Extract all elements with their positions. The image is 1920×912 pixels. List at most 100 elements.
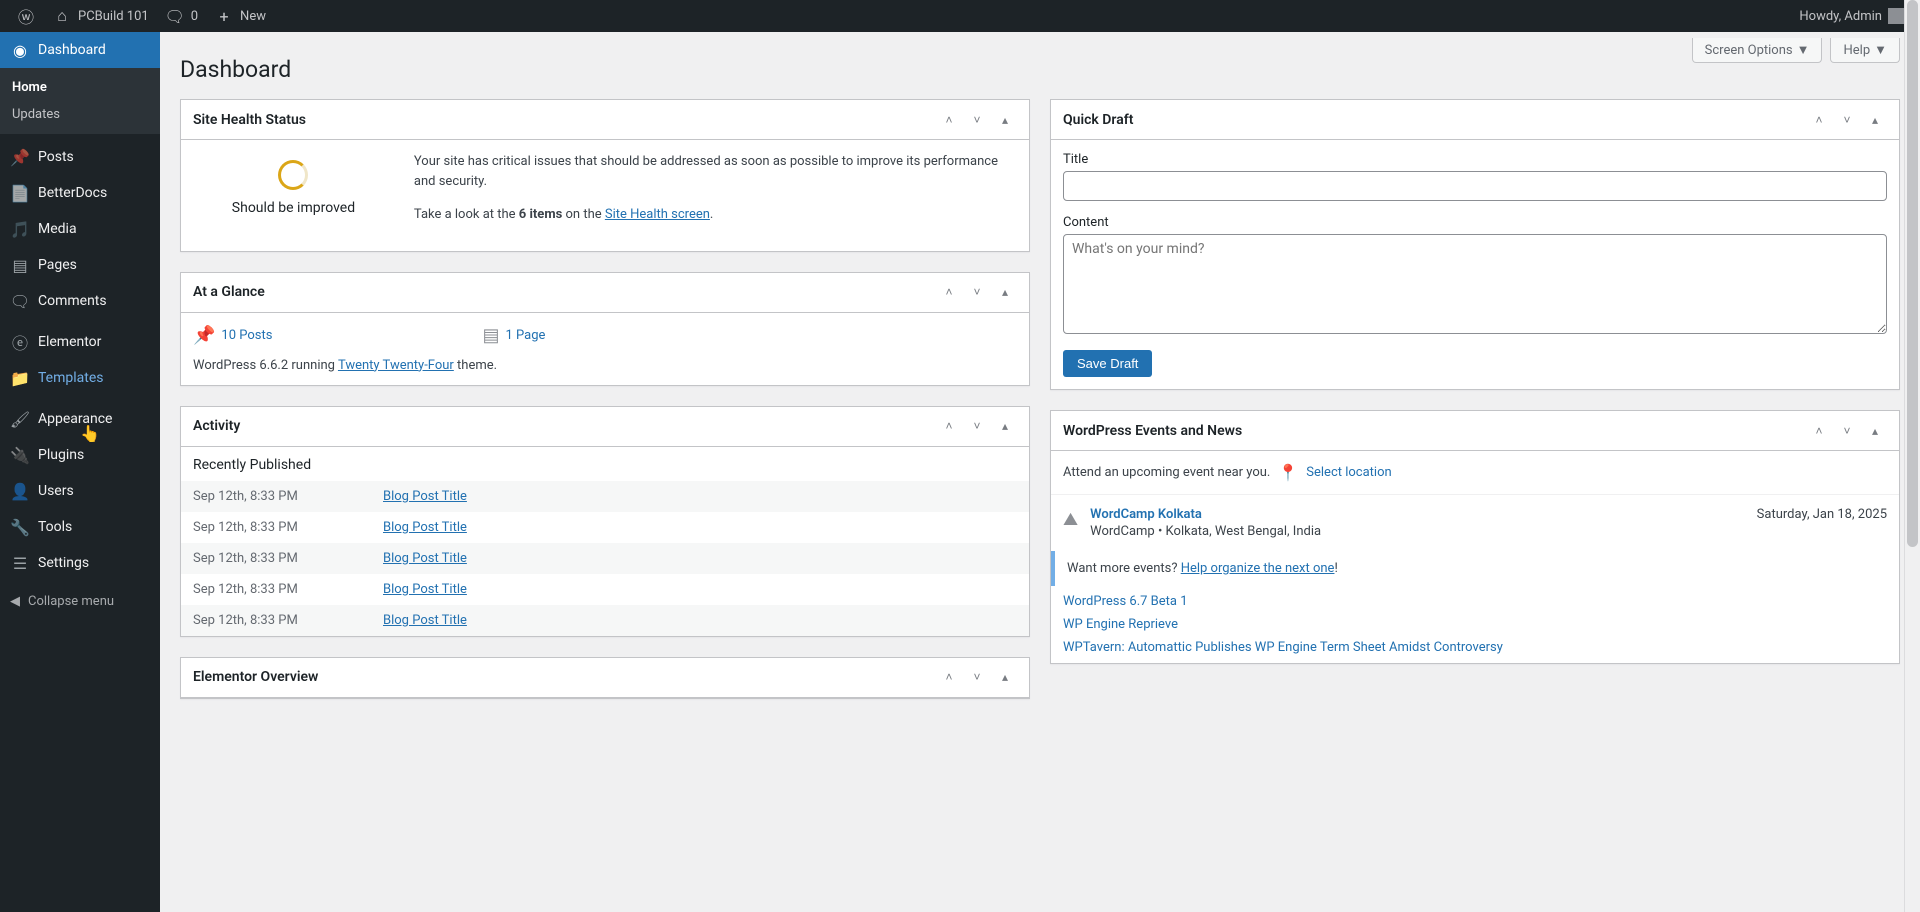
site-health-link[interactable]: Site Health screen bbox=[605, 207, 710, 222]
menu-comments[interactable]: 🗨Comments bbox=[0, 283, 160, 319]
toggle-icon[interactable]: ▴ bbox=[993, 414, 1017, 438]
move-up-icon[interactable]: ˄ bbox=[1807, 108, 1831, 132]
activity-post-link[interactable]: Blog Post Title bbox=[383, 551, 467, 566]
move-down-icon[interactable]: ˅ bbox=[965, 108, 989, 132]
activity-date: Sep 12th, 8:33 PM bbox=[193, 613, 383, 628]
activity-date: Sep 12th, 8:33 PM bbox=[193, 551, 383, 566]
select-location-link[interactable]: Select location bbox=[1306, 465, 1391, 480]
activity-post-link[interactable]: Blog Post Title bbox=[383, 520, 467, 535]
menu-templates[interactable]: 📁Templates bbox=[0, 360, 160, 396]
new-link[interactable]: +New bbox=[206, 0, 274, 32]
move-up-icon[interactable]: ˄ bbox=[937, 108, 961, 132]
site-health-box: Site Health Status ˄ ˅ ▴ Should be impro… bbox=[180, 99, 1030, 252]
chevron-down-icon: ▼ bbox=[1797, 42, 1810, 58]
media-icon: 🎵 bbox=[10, 219, 30, 239]
menu-plugins[interactable]: 🔌Plugins bbox=[0, 437, 160, 473]
submenu-home[interactable]: Home bbox=[0, 74, 160, 101]
qd-title-input[interactable] bbox=[1063, 171, 1887, 201]
health-link-line: Take a look at the 6 items on the Site H… bbox=[414, 205, 1017, 225]
want-more-events: Want more events? Help organize the next… bbox=[1051, 551, 1899, 586]
menu-appearance[interactable]: 🖌Appearance bbox=[0, 401, 160, 437]
menu-elementor[interactable]: ⓔElementor bbox=[0, 324, 160, 360]
submenu-updates[interactable]: Updates bbox=[0, 101, 160, 128]
menu-users[interactable]: 👤Users bbox=[0, 473, 160, 509]
menu-posts[interactable]: 📌Posts bbox=[0, 139, 160, 175]
scrollbar-thumb[interactable] bbox=[1907, 0, 1918, 547]
scrollbar[interactable] bbox=[1904, 0, 1920, 912]
news-link[interactable]: WPTavern: Automattic Publishes WP Engine… bbox=[1063, 640, 1503, 655]
move-up-icon[interactable]: ˄ bbox=[937, 280, 961, 304]
move-down-icon[interactable]: ˅ bbox=[1835, 419, 1859, 443]
qd-content-textarea[interactable] bbox=[1063, 234, 1887, 334]
elementor-icon: ⓔ bbox=[10, 332, 30, 352]
move-down-icon[interactable]: ˅ bbox=[965, 414, 989, 438]
toggle-icon[interactable]: ▴ bbox=[993, 280, 1017, 304]
menu-tools[interactable]: 🔧Tools bbox=[0, 509, 160, 545]
toggle-icon[interactable]: ▴ bbox=[993, 108, 1017, 132]
toggle-icon[interactable]: ▴ bbox=[993, 665, 1017, 689]
howdy-link[interactable]: Howdy, Admin bbox=[1791, 0, 1912, 32]
menu-betterdocs[interactable]: 📄BetterDocs bbox=[0, 175, 160, 211]
health-desc: Your site has critical issues that shoul… bbox=[414, 152, 1017, 191]
qd-content-label: Content bbox=[1063, 215, 1887, 230]
glance-pages-link[interactable]: 1 Page bbox=[505, 328, 545, 343]
health-gauge-icon bbox=[278, 160, 308, 190]
event-name-link[interactable]: WordCamp Kolkata bbox=[1090, 507, 1202, 522]
activity-section: Recently Published bbox=[181, 457, 1029, 481]
news-link[interactable]: WordPress 6.7 Beta 1 bbox=[1063, 594, 1188, 609]
folder-icon: 📁 bbox=[10, 368, 30, 388]
activity-date: Sep 12th, 8:33 PM bbox=[193, 489, 383, 504]
move-up-icon[interactable]: ˄ bbox=[937, 414, 961, 438]
submenu-dashboard: Home Updates bbox=[0, 68, 160, 134]
help-button[interactable]: Help▼ bbox=[1830, 38, 1900, 63]
menu-dashboard[interactable]: ◉Dashboard bbox=[0, 32, 160, 68]
chevron-down-icon: ▼ bbox=[1874, 42, 1887, 58]
attend-text: Attend an upcoming event near you. bbox=[1063, 465, 1270, 480]
site-name: PCBuild 101 bbox=[78, 9, 149, 24]
toggle-icon[interactable]: ▴ bbox=[1863, 419, 1887, 443]
activity-row: Sep 12th, 8:33 PMBlog Post Title bbox=[181, 481, 1029, 512]
wordcamp-icon: ⛰ bbox=[1063, 509, 1078, 539]
collapse-menu[interactable]: ◀Collapse menu bbox=[0, 586, 160, 617]
menu-pages[interactable]: ▤Pages bbox=[0, 247, 160, 283]
menu-media[interactable]: 🎵Media bbox=[0, 211, 160, 247]
activity-box: Activity ˄ ˅ ▴ Recently Published Sep 12… bbox=[180, 406, 1030, 637]
save-draft-button[interactable]: Save Draft bbox=[1063, 350, 1152, 377]
qd-title-label: Title bbox=[1063, 152, 1887, 167]
site-health-title: Site Health Status bbox=[193, 112, 306, 128]
brush-icon: 🖌 bbox=[10, 409, 30, 429]
event-location: WordCamp • Kolkata, West Bengal, India bbox=[1090, 524, 1321, 539]
glance-footer: WordPress 6.6.2 running Twenty Twenty-Fo… bbox=[193, 358, 1017, 373]
at-a-glance-box: At a Glance ˄ ˅ ▴ 📌10 Posts ▤1 Page Word… bbox=[180, 272, 1030, 386]
admin-sidebar: ◉Dashboard Home Updates 📌Posts 📄BetterDo… bbox=[0, 32, 160, 912]
move-down-icon[interactable]: ˅ bbox=[965, 280, 989, 304]
comments-link[interactable]: 🗨0 bbox=[157, 0, 206, 32]
help-organize-link[interactable]: Help organize the next one bbox=[1181, 561, 1335, 576]
toggle-icon[interactable]: ▴ bbox=[1863, 108, 1887, 132]
activity-post-link[interactable]: Blog Post Title bbox=[383, 582, 467, 597]
glance-title: At a Glance bbox=[193, 284, 265, 300]
page-icon: ▤ bbox=[482, 325, 499, 346]
activity-post-link[interactable]: Blog Post Title bbox=[383, 489, 467, 504]
screen-options-button[interactable]: Screen Options▼ bbox=[1692, 38, 1823, 63]
move-down-icon[interactable]: ˅ bbox=[1835, 108, 1859, 132]
wordpress-logo[interactable]: ⓦ bbox=[8, 0, 44, 32]
glance-posts-link[interactable]: 10 Posts bbox=[221, 328, 272, 343]
menu-settings[interactable]: ☰Settings bbox=[0, 545, 160, 581]
page-title: Dashboard bbox=[160, 32, 1920, 99]
site-link[interactable]: ⌂PCBuild 101 bbox=[44, 0, 157, 32]
events-box: WordPress Events and News ˄ ˅ ▴ Attend a… bbox=[1050, 410, 1900, 664]
news-link[interactable]: WP Engine Reprieve bbox=[1063, 617, 1178, 632]
event-date: Saturday, Jan 18, 2025 bbox=[1757, 507, 1887, 539]
howdy-text: Howdy, Admin bbox=[1799, 9, 1882, 24]
move-up-icon[interactable]: ˄ bbox=[1807, 419, 1831, 443]
move-up-icon[interactable]: ˄ bbox=[937, 665, 961, 689]
comment-icon: 🗨 bbox=[165, 6, 185, 26]
theme-link[interactable]: Twenty Twenty-Four bbox=[338, 358, 454, 373]
activity-post-link[interactable]: Blog Post Title bbox=[383, 613, 467, 628]
move-down-icon[interactable]: ˅ bbox=[965, 665, 989, 689]
comment-icon: 🗨 bbox=[10, 291, 30, 311]
admin-bar: ⓦ ⌂PCBuild 101 🗨0 +New Howdy, Admin bbox=[0, 0, 1920, 32]
avatar-icon bbox=[1888, 8, 1904, 24]
activity-row: Sep 12th, 8:33 PMBlog Post Title bbox=[181, 574, 1029, 605]
